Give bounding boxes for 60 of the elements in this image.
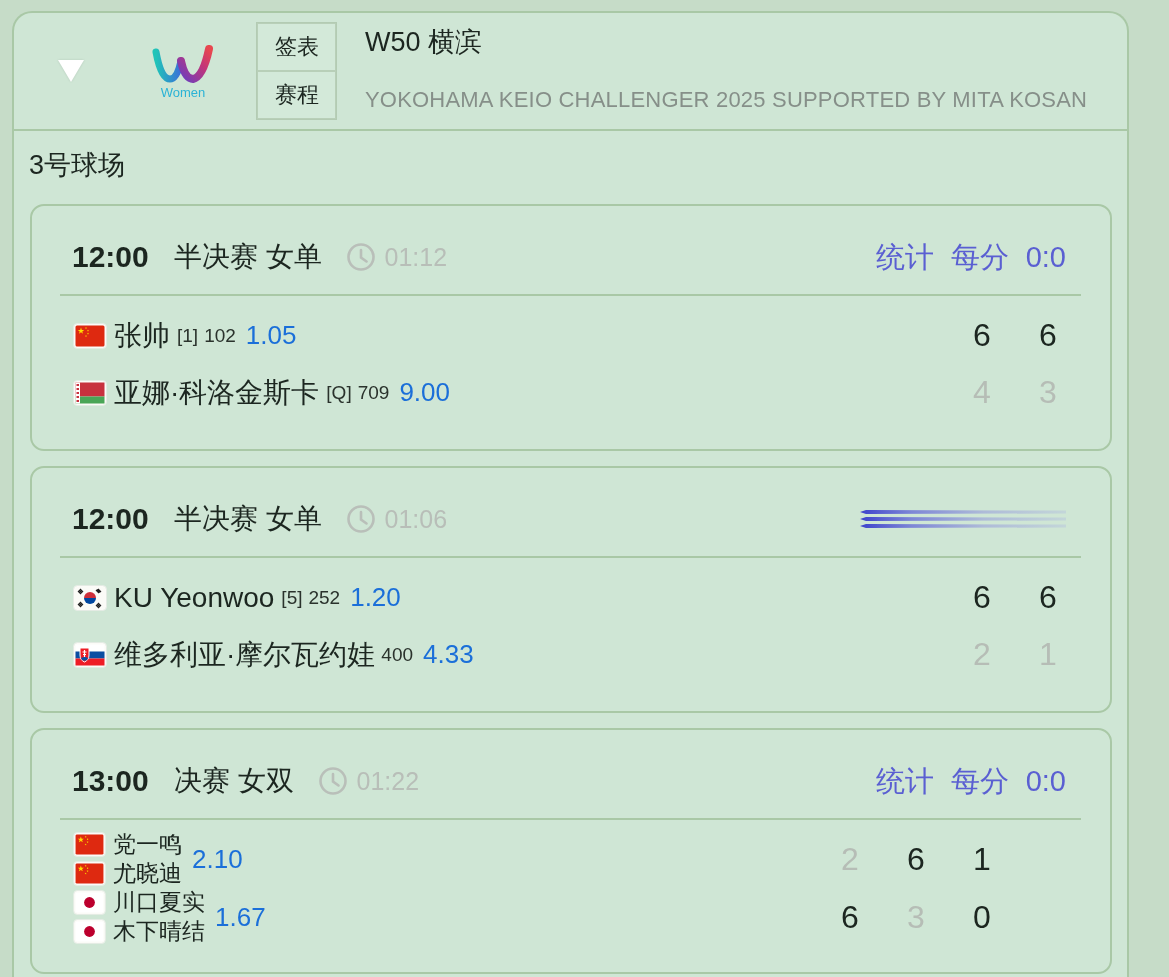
match-time: 13:00 <box>72 763 149 799</box>
player-name[interactable]: 川口夏实 <box>113 887 205 918</box>
china-flag-icon <box>73 832 106 857</box>
slovakia-flag-icon <box>73 641 107 668</box>
player-name[interactable]: 党一鸣 <box>113 829 182 860</box>
match-time: 12:00 <box>72 239 149 275</box>
collapse-triangle-icon[interactable] <box>57 59 85 83</box>
tournament-title: W50 横滨 <box>365 26 483 59</box>
tournament-subtitle: YOKOHAMA KEIO CHALLENGER 2025 SUPPORTED BY MITA KOSAN <box>365 87 1088 113</box>
tab-button[interactable]: 赛程 <box>257 71 336 119</box>
betting-odds: 1.20 <box>350 582 401 613</box>
player-seed: [1] <box>177 324 199 347</box>
japan-flag-icon <box>73 890 106 915</box>
logo-caption: Women <box>160 85 206 100</box>
set-score: 6 <box>972 317 992 354</box>
china-flag-icon <box>73 322 107 349</box>
player-rank: 102 <box>204 324 236 347</box>
clock-icon <box>346 505 375 533</box>
betting-odds: 1.67 <box>215 901 266 933</box>
betting-odds: 9.00 <box>399 377 450 408</box>
logo-icon <box>151 42 215 85</box>
court-label: 3号球场 <box>29 150 126 180</box>
set-score: 0 <box>972 898 992 936</box>
header-link[interactable]: 每分 <box>950 239 1009 275</box>
player-name[interactable]: 尤晓迪 <box>113 858 182 889</box>
betting-odds: 2.10 <box>192 843 243 875</box>
betting-odds: 1.05 <box>245 320 297 351</box>
china-flag-icon <box>73 861 106 886</box>
set-score: 6 <box>972 579 992 616</box>
set-score: 6 <box>906 840 926 878</box>
player-name[interactable]: 木下晴结 <box>113 916 205 947</box>
match-round: 决赛 女双 <box>173 764 294 798</box>
clock-icon <box>346 243 375 271</box>
player-name[interactable]: 张帅 <box>114 316 170 355</box>
match-round: 半决赛 女单 <box>173 240 322 274</box>
header-link[interactable]: 0:0 <box>1025 239 1066 275</box>
header-link[interactable]: 每分 <box>950 763 1009 799</box>
betting-odds: 4.33 <box>423 639 474 670</box>
player-rank: 400 <box>381 643 414 666</box>
japan-flag-icon <box>73 919 106 944</box>
player-name[interactable]: 亚娜·科洛金斯卡 <box>114 373 320 412</box>
player-rank: 709 <box>357 381 390 404</box>
header-link[interactable]: 统计 <box>875 763 934 799</box>
player-name[interactable]: 维多利亚·摩尔瓦约娃 <box>114 635 376 674</box>
player-name[interactable]: KU Yeonwoo <box>114 581 275 614</box>
tab-button[interactable]: 签表 <box>257 23 336 71</box>
player-seed: [Q] <box>326 381 352 404</box>
south-korea-flag-icon <box>73 584 107 611</box>
player-rank: 252 <box>308 586 341 609</box>
match-round: 半决赛 女单 <box>173 502 322 536</box>
header-link[interactable]: 0:0 <box>1025 763 1066 799</box>
header-link[interactable]: 统计 <box>875 239 934 275</box>
set-score: 6 <box>840 898 860 936</box>
match-time: 12:00 <box>72 501 149 537</box>
belarus-flag-icon <box>73 379 107 406</box>
set-score: 6 <box>1038 317 1058 354</box>
player-seed: [5] <box>281 586 303 609</box>
set-score: 1 <box>972 840 992 878</box>
set-score: 6 <box>1038 579 1058 616</box>
clock-icon <box>318 767 347 795</box>
